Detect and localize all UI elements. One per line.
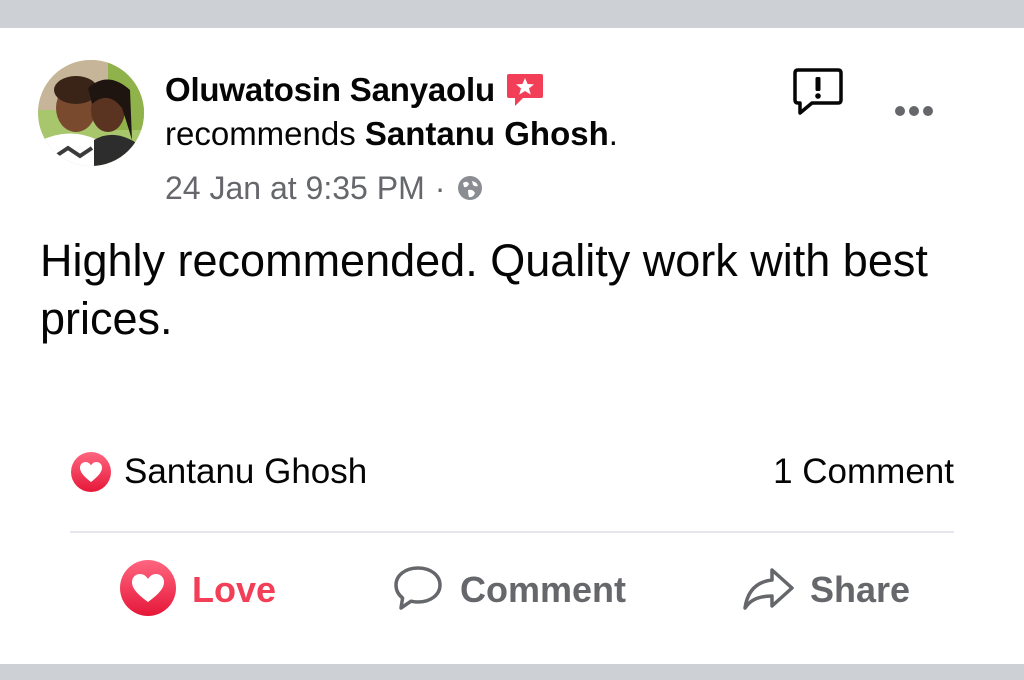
author-name[interactable]: Oluwatosin Sanyaolu <box>165 71 495 109</box>
post-meta: 24 Jan at 9:35 PM · <box>165 166 485 210</box>
recommendation-badge-icon <box>505 70 545 110</box>
post-header: Oluwatosin Sanyaolu <box>165 68 545 112</box>
action-text: recommends <box>165 115 356 152</box>
more-options-icon[interactable] <box>890 100 938 122</box>
love-reaction-icon <box>70 451 112 493</box>
reaction-summary: Santanu Ghosh 1 Comment <box>70 448 954 496</box>
globe-icon[interactable] <box>455 173 485 203</box>
action-divider <box>70 531 954 533</box>
report-icon[interactable] <box>792 66 844 116</box>
meta-separator: · <box>434 169 446 206</box>
recommended-page-link[interactable]: Santanu Ghosh <box>365 115 609 152</box>
love-button[interactable]: Love <box>118 558 277 623</box>
share-button[interactable]: Share <box>740 560 910 620</box>
comment-icon <box>390 560 446 621</box>
post-timestamp[interactable]: 24 Jan at 9:35 PM <box>165 170 425 207</box>
share-label: Share <box>810 569 911 610</box>
feed-separator-bottom <box>0 664 1024 680</box>
reactions-list[interactable]: Santanu Ghosh <box>70 451 367 493</box>
avatar-photo <box>38 60 144 166</box>
comment-button[interactable]: Comment <box>390 560 626 620</box>
comment-count-link[interactable]: 1 Comment <box>773 452 954 492</box>
post-body-text: Highly recommended. Quality work with be… <box>40 235 928 344</box>
comment-label: Comment <box>460 569 627 610</box>
love-label: Love <box>192 569 277 610</box>
post-card: Oluwatosin Sanyaolu recommends Santanu G… <box>0 0 1024 680</box>
share-icon <box>740 560 796 621</box>
feed-separator-top <box>0 0 1024 28</box>
reactor-names: Santanu Ghosh <box>124 452 368 491</box>
author-avatar[interactable] <box>38 60 144 166</box>
recommendation-line: recommends Santanu Ghosh. <box>165 115 618 153</box>
love-icon <box>118 558 178 623</box>
target-suffix: . <box>608 115 618 152</box>
